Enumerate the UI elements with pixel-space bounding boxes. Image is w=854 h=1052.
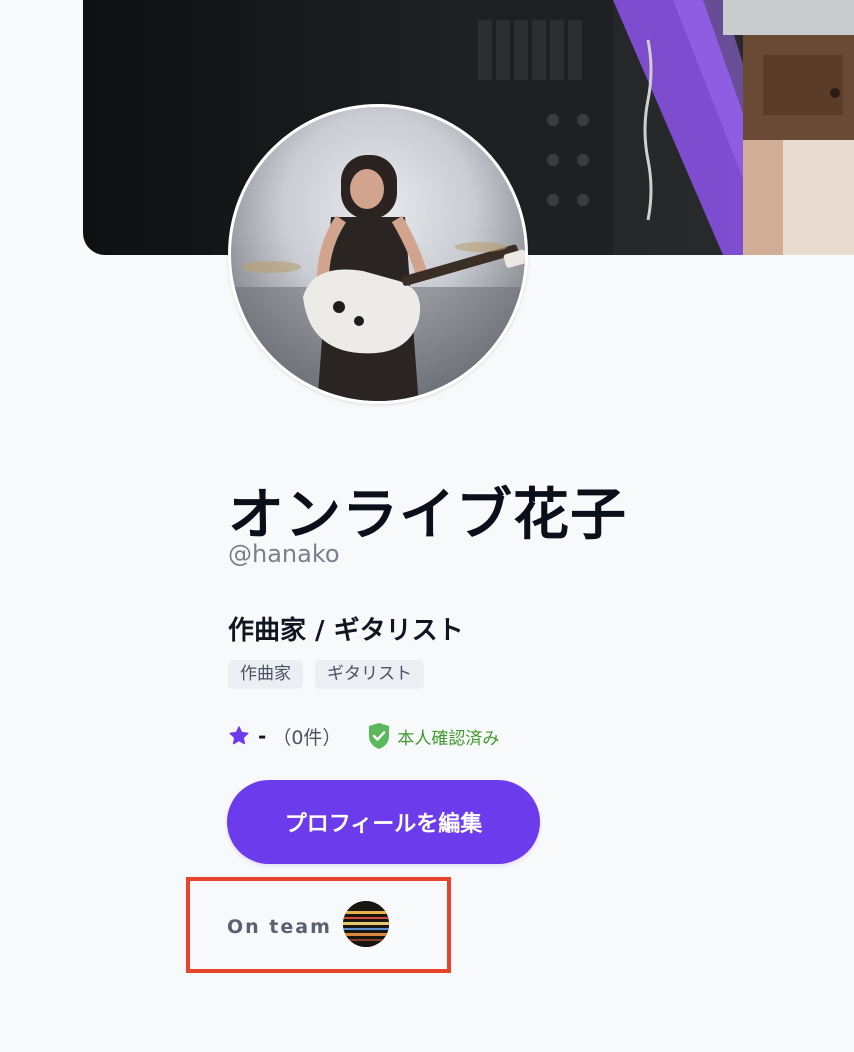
profile-handle: @hanako — [228, 540, 340, 568]
rating-row: - （0件） 本人確認済み — [228, 720, 499, 752]
team-avatar[interactable] — [343, 901, 389, 947]
rating-value: - — [258, 724, 267, 748]
verified-shield-icon — [367, 722, 391, 750]
edit-profile-button[interactable]: プロフィールを編集 — [227, 780, 540, 864]
verified-label: 本人確認済み — [397, 728, 500, 749]
profile-name: オンライブ花子 — [228, 483, 627, 548]
tag-guitarist: ギタリスト — [315, 660, 424, 689]
verified-badge: 本人確認済み — [367, 722, 499, 750]
team-label: On team — [227, 916, 332, 938]
profile-title: 作曲家 / ギタリスト — [228, 616, 464, 646]
profile-tags: 作曲家 ギタリスト — [228, 660, 424, 689]
profile-page: オンライブ花子 @hanako 作曲家 / ギタリスト 作曲家 ギタリスト - … — [0, 0, 854, 1052]
rating-count[interactable]: （0件） — [272, 723, 341, 750]
star-icon — [228, 725, 250, 747]
tag-composer: 作曲家 — [228, 660, 303, 689]
profile-avatar[interactable] — [228, 104, 528, 404]
